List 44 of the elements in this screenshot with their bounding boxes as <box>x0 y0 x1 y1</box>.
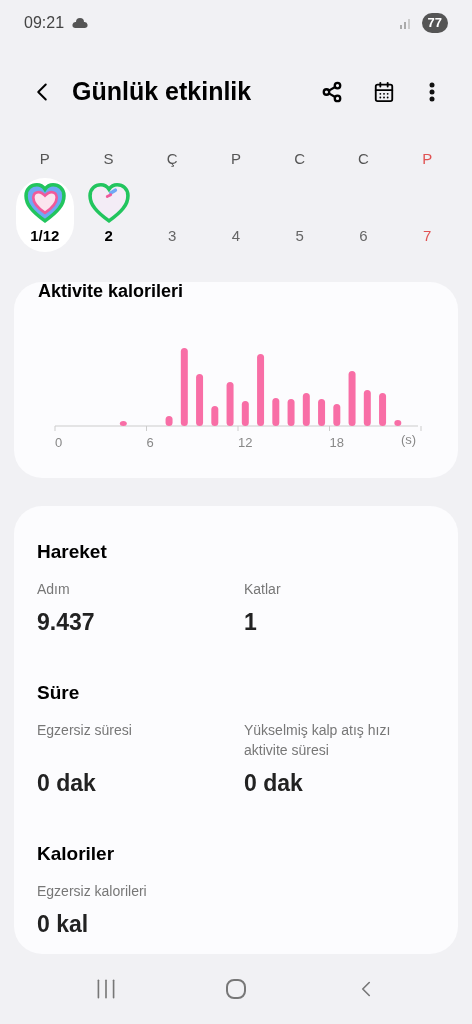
day-button[interactable]: 2 <box>79 178 138 252</box>
battery-indicator: 77 <box>421 13 448 33</box>
metric-label: Egzersiz süresi <box>37 720 133 740</box>
metric-label: Adım <box>37 579 71 599</box>
day-number: 4 <box>231 225 241 246</box>
metric-label: Katlar <box>244 579 282 599</box>
metric-value: 0 dak <box>37 768 97 798</box>
card-title: Aktivite kalorileri <box>37 282 185 300</box>
day-button[interactable]: 6 <box>334 178 393 252</box>
section-title: Hareket <box>37 540 108 564</box>
day-number: 1/12 <box>30 225 60 246</box>
section-title: Süre <box>37 681 81 705</box>
weekday-label: P <box>231 149 241 169</box>
day-number: 2 <box>104 225 113 246</box>
clock: 09:21 <box>24 13 65 33</box>
day-button[interactable]: 5 <box>270 178 329 252</box>
day-button[interactable]: 7 <box>398 178 457 252</box>
share-icon <box>321 81 343 103</box>
day-button[interactable]: 4 <box>207 178 265 252</box>
day-button[interactable]: 1/12 <box>15 178 74 252</box>
weekday-label: S <box>103 149 114 169</box>
metric-value: 0 kal <box>37 909 90 939</box>
weekday-label: C <box>358 149 369 169</box>
more-icon <box>429 82 435 102</box>
home-icon[interactable] <box>225 978 247 1000</box>
day-number: 7 <box>422 225 432 246</box>
calendar-icon <box>373 81 395 103</box>
cloud-icon <box>72 18 89 28</box>
metric-label: Egzersiz kalorileri <box>37 881 148 901</box>
day-number: 3 <box>168 225 177 246</box>
weekday-label: P <box>39 149 50 169</box>
metric-value: 0 dak <box>244 768 304 798</box>
section-title: Kaloriler <box>37 842 116 866</box>
page-title: Günlük etkinlik <box>72 76 253 108</box>
weekday-label: Ç <box>166 149 178 169</box>
day-button[interactable]: 3 <box>143 178 202 252</box>
metric-value: 9.437 <box>37 607 96 637</box>
day-number: 5 <box>295 225 304 246</box>
day-number: 6 <box>359 225 368 246</box>
weekday-label: P <box>422 149 433 169</box>
bar-chart-drawing: 0 6 12 18 (s) <box>14 302 458 452</box>
metric-label: Yükselmiş kalp atış hızı aktivite süresi <box>244 720 392 760</box>
metric-value: 1 <box>244 607 258 637</box>
weekday-label: C <box>294 149 306 169</box>
